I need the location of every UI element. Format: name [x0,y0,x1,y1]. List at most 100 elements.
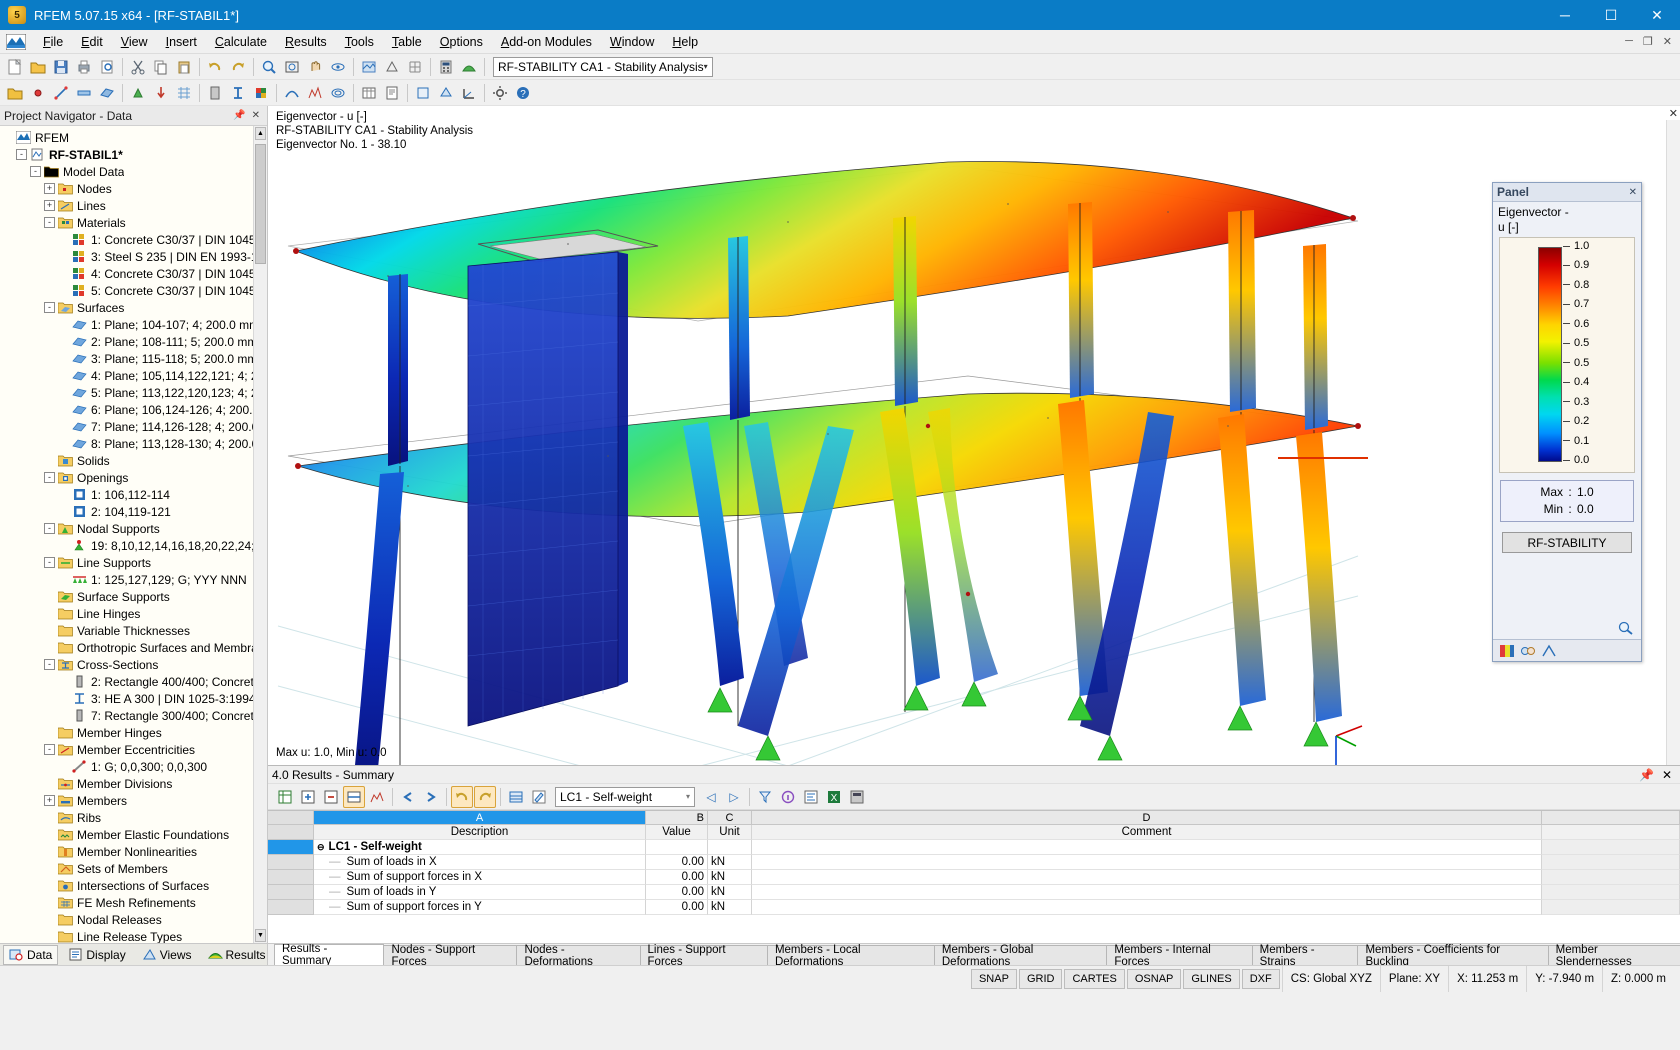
viewport-scrollbar[interactable] [1666,120,1680,765]
section-tool-icon[interactable] [204,82,226,104]
table-row[interactable]: — Sum of loads in X 0.00 kN [268,855,1680,870]
collapse-icon[interactable]: - [44,302,55,313]
status-toggle-grid[interactable]: GRID [1018,968,1063,989]
cell-value[interactable]: 0.00 [646,900,708,915]
rotate-icon[interactable] [327,56,349,78]
table-redo-icon[interactable] [474,785,496,808]
collapse-icon[interactable]: - [44,659,55,670]
close-icon[interactable]: ✕ [249,110,263,121]
cell-description[interactable]: — Sum of support forces in Y [314,900,646,915]
cell-comment[interactable] [752,870,1542,885]
tree-item-4-plane-105-114-122-121-4-200[interactable]: 4: Plane; 105,114,122,121; 4; 200 [2,367,267,384]
result-tab-lines-support-forces[interactable]: Lines - Support Forces [639,944,768,965]
navigator-tab-views[interactable]: Views [136,945,198,965]
line-tool-icon[interactable] [50,82,72,104]
ibeam-tool-icon[interactable] [227,82,249,104]
redo-icon[interactable] [227,56,249,78]
collapse-icon[interactable]: - [16,149,27,160]
menu-view[interactable]: View [112,32,157,52]
support-tool-icon[interactable] [127,82,149,104]
open-file-icon[interactable] [27,56,49,78]
loadcase-next-icon[interactable]: ▷ [723,786,745,808]
tree-item-solids[interactable]: Solids [2,452,267,469]
table-row[interactable]: — Sum of support forces in X 0.00 kN [268,870,1680,885]
surface-tool-icon[interactable] [96,82,118,104]
column-letter-B[interactable]: B [646,811,708,825]
result-tab-members-local-deformations[interactable]: Members - Local Deformations [766,944,935,965]
mdi-close-button[interactable]: ✕ [1659,35,1676,48]
view-3d-icon[interactable] [435,82,457,104]
results-on-icon[interactable] [458,56,480,78]
view-xy-icon[interactable] [412,82,434,104]
table-row[interactable]: — Sum of support forces in Y 0.00 kN [268,900,1680,915]
cell-comment[interactable] [752,840,1542,855]
cell-comment[interactable] [752,885,1542,900]
table-delete-row-icon[interactable] [320,786,342,808]
print-preview-icon[interactable] [96,56,118,78]
table-filter-settings-icon[interactable] [754,786,776,808]
minimize-button[interactable]: ─ [1542,0,1588,30]
menu-help[interactable]: Help [663,32,707,52]
status-toggle-snap[interactable]: SNAP [970,968,1017,989]
tree-item-7-rectangle-300-400-concrete[interactable]: 7: Rectangle 300/400; Concrete [2,707,267,724]
help-icon[interactable]: ? [512,82,534,104]
export-excel-icon[interactable]: X [823,786,845,808]
tree-item-1-g-0-0-300-0-0-300[interactable]: 1: G; 0,0,300; 0,0,300 [2,758,267,775]
tree-item-2-plane-108-111-5-200-0-mm[interactable]: 2: Plane; 108-111; 5; 200.0 mm [2,333,267,350]
tree-item-1-concrete-c30-37-din-1045-[interactable]: 1: Concrete C30/37 | DIN 1045- [2,231,267,248]
tree-item-openings[interactable]: - Openings [2,469,267,486]
column-letter-C[interactable]: C [708,811,752,825]
tree-item-member-nonlinearities[interactable]: Member Nonlinearities [2,843,267,860]
paste-icon[interactable] [173,56,195,78]
tree-item-rfem[interactable]: RFEM [2,129,267,146]
table-row[interactable]: ⊖ LC1 - Self-weight [268,840,1680,855]
mdi-minimize-button[interactable]: ─ [1621,35,1637,48]
navigator-tab-data[interactable]: Data [3,944,59,965]
menu-tools[interactable]: Tools [336,32,383,52]
menu-options[interactable]: Options [431,32,492,52]
isolines-icon[interactable] [327,82,349,104]
tree-item-members[interactable]: + Members [2,792,267,809]
navigator-tree-body[interactable]: RFEM - RF-STABIL1* - Model Data + Nodes + Lines -… [0,126,267,943]
chevron-down-icon[interactable]: ▾ [686,792,690,801]
cell-extra[interactable] [1542,855,1680,870]
cell-description[interactable]: — Sum of loads in Y [314,885,646,900]
cell-comment[interactable] [752,900,1542,915]
tree-item-variable-thicknesses[interactable]: Variable Thicknesses [2,622,267,639]
cut-icon[interactable] [127,56,149,78]
tree-item-1-125-127-129-g-yyy-nnn[interactable]: 1: 125,127,129; G; YYY NNN [2,571,267,588]
table-grid-icon[interactable] [505,786,527,808]
material-tool-icon[interactable] [250,82,272,104]
collapse-icon[interactable]: - [30,166,41,177]
cell-unit[interactable]: kN [708,900,752,915]
tree-item-7-plane-114-126-128-4-200-0-m[interactable]: 7: Plane; 114,126-128; 4; 200.0 m [2,418,267,435]
loadcase-prev-icon[interactable]: ◁ [700,786,722,808]
model-viewport[interactable]: ✕ Eigenvector - u [-] RF-STABILITY CA1 -… [268,106,1680,765]
status-toggle-osnap[interactable]: OSNAP [1126,968,1182,989]
scroll-thumb[interactable] [255,144,266,264]
expand-icon[interactable]: + [44,795,55,806]
module-combo[interactable]: RF-STABILITY CA1 - Stability Analysis ▾ [493,56,713,77]
navigator-tab-display[interactable]: Display [62,945,131,965]
menu-results[interactable]: Results [276,32,336,52]
cell-extra[interactable] [1542,840,1680,855]
tree-item-intersections-of-surfaces[interactable]: Intersections of Surfaces [2,877,267,894]
axis-display-icon[interactable] [458,82,480,104]
results-grid[interactable]: A B C D Description Value Unit Comment ⊖… [268,810,1680,943]
panel-scale-icon[interactable] [1520,644,1536,658]
table-row[interactable]: — Sum of loads in Y 0.00 kN [268,885,1680,900]
table-calculator-icon[interactable] [846,786,868,808]
menu-window[interactable]: Window [601,32,663,52]
cell-value[interactable]: 0.00 [646,855,708,870]
tree-item-3-plane-115-118-5-200-0-mm[interactable]: 3: Plane; 115-118; 5; 200.0 mm [2,350,267,367]
tree-item-member-eccentricities[interactable]: - Member Eccentricities [2,741,267,758]
expand-icon[interactable]: + [44,183,55,194]
cell-unit[interactable]: kN [708,855,752,870]
table-info-icon[interactable] [777,786,799,808]
collapse-icon[interactable]: - [44,472,55,483]
result-tab-member-slendernesses[interactable]: Member Slendernesses [1547,944,1680,965]
status-toggle-glines[interactable]: GLINES [1183,968,1240,989]
results-close-icon[interactable]: ✕ [1658,768,1676,782]
calculate-icon[interactable] [435,56,457,78]
render-icon[interactable] [358,56,380,78]
